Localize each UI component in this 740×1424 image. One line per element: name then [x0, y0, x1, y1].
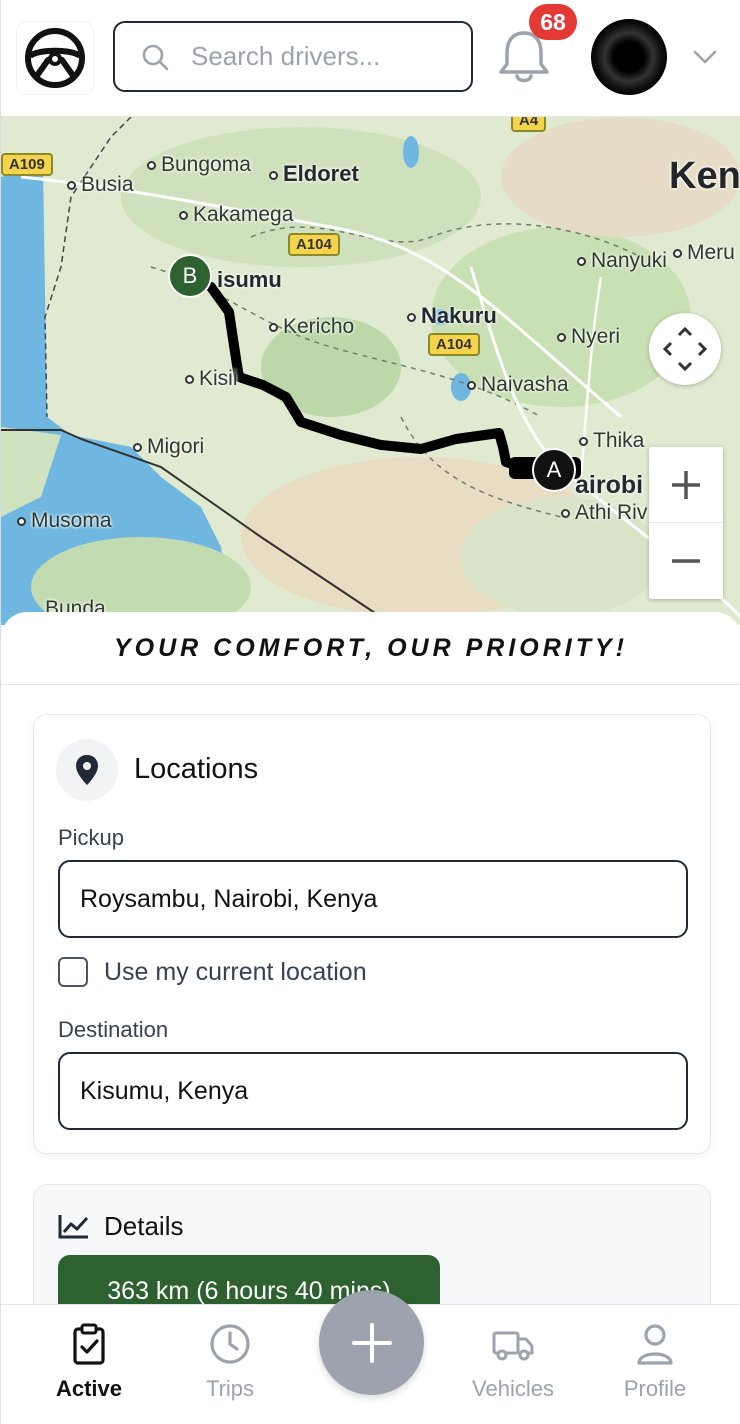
road-shield-a104-south: A104: [428, 333, 480, 356]
truck-icon: [492, 1331, 534, 1361]
map-label-country: Ken: [669, 155, 740, 197]
pickup-input[interactable]: Roysambu, Nairobi, Kenya: [58, 860, 688, 938]
map-label-eldoret: Eldoret: [269, 161, 359, 187]
details-title: Details: [104, 1211, 184, 1241]
destination-label: Destination: [58, 1017, 169, 1042]
map-label-bungoma: Bungoma: [147, 153, 251, 177]
map-label-busia: Busia: [67, 173, 134, 197]
map-label-nakuru: Nakuru: [407, 303, 497, 329]
zoom-controls: [649, 447, 723, 599]
use-current-location-checkbox[interactable]: [58, 957, 88, 987]
nav-active-label: Active: [55, 1376, 123, 1401]
plus-icon: [672, 470, 700, 499]
user-avatar[interactable]: [591, 19, 667, 95]
nav-trips[interactable]: Trips: [170, 1323, 290, 1402]
plus-icon: [351, 1322, 392, 1363]
top-bar: Search drivers... 68: [1, 0, 740, 117]
steering-wheel-logo-icon[interactable]: [17, 22, 93, 94]
map-label-kisii: Kisii: [185, 367, 238, 391]
map-label-nyeri: Nyeri: [557, 325, 620, 349]
zoom-in-button[interactable]: [649, 447, 723, 523]
nav-trips-label: Trips: [205, 1376, 255, 1401]
add-trip-button[interactable]: [319, 1290, 424, 1395]
trip-form-sheet: YOUR COMFORT, OUR PRIORITY! Locations Pi…: [1, 612, 740, 1384]
nav-profile-label: Profile: [623, 1376, 687, 1401]
locations-title: Locations: [134, 753, 259, 785]
search-icon: [142, 44, 169, 70]
road-shield-a104-north: A104: [288, 233, 340, 256]
road-shield-a109: A109: [1, 153, 53, 176]
map-label-athi-river: Athi Riv: [561, 501, 647, 525]
route-map[interactable]: A109 A104 A104 A4 Ken Bungoma Busia Eldo…: [1, 117, 740, 625]
location-pin-icon: [56, 739, 118, 801]
map-label-musoma: Musoma: [17, 509, 112, 533]
search-placeholder: Search drivers...: [191, 41, 381, 71]
pickup-label: Pickup: [58, 825, 125, 850]
app-screen: Search drivers... 68 A109 A104 A104 A4 K…: [0, 0, 740, 1424]
nav-vehicles-label: Vehicles: [472, 1376, 554, 1401]
user-icon: [637, 1324, 673, 1365]
map-label-meru: Meru: [673, 241, 735, 265]
destination-input[interactable]: Kisumu, Kenya: [58, 1052, 688, 1130]
minus-icon: [672, 559, 700, 563]
origin-marker[interactable]: A: [532, 448, 576, 492]
map-label-thika: Thika: [579, 429, 644, 453]
destination-marker[interactable]: B: [168, 254, 212, 298]
clipboard-check-icon: [73, 1323, 105, 1365]
road-shield-a4: A4: [511, 117, 547, 132]
locations-card: Locations Pickup Roysambu, Nairobi, Keny…: [33, 714, 711, 1154]
clock-icon: [210, 1324, 250, 1364]
nav-active[interactable]: Active: [29, 1323, 149, 1402]
map-label-kakamega: Kakamega: [179, 203, 293, 227]
notification-count-badge: 68: [529, 4, 577, 40]
use-current-location-label[interactable]: Use my current location: [104, 958, 367, 987]
nav-vehicles[interactable]: Vehicles: [453, 1323, 573, 1402]
chevron-down-icon[interactable]: [691, 44, 719, 70]
map-label-nairobi: airobi: [575, 471, 644, 499]
recenter-map-button[interactable]: [649, 313, 721, 385]
tagline: YOUR COMFORT, OUR PRIORITY!: [113, 634, 629, 662]
map-label-naivasha: Naivasha: [467, 373, 569, 397]
map-label-kericho: Kericho: [269, 315, 354, 339]
map-label-nanyuki: Nanyuki: [577, 249, 667, 273]
divider: [1, 684, 740, 685]
map-label-kisumu: isumu: [217, 267, 282, 292]
search-drivers-input[interactable]: Search drivers...: [113, 21, 473, 92]
line-chart-icon: [58, 1215, 89, 1239]
recenter-arrows-icon: [662, 326, 708, 372]
zoom-out-button[interactable]: [649, 523, 723, 599]
map-label-migori: Migori: [133, 435, 204, 459]
nav-profile[interactable]: Profile: [595, 1323, 715, 1402]
